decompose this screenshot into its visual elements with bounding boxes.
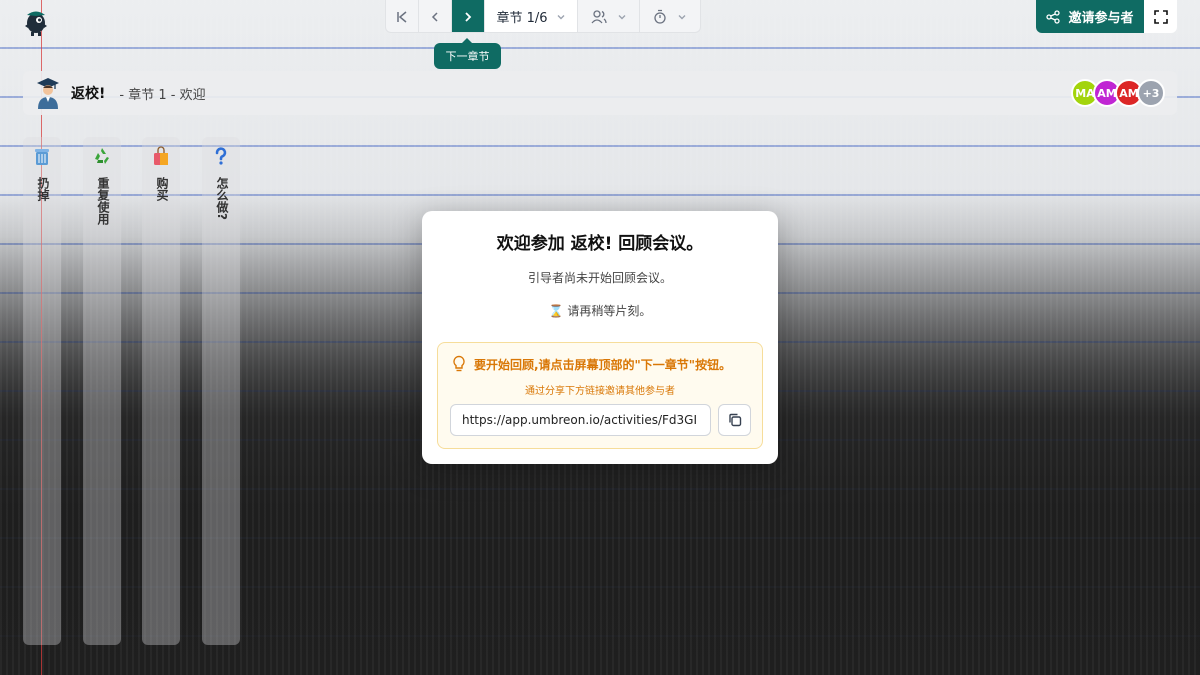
invite-participants-button[interactable]: 邀请参与者 <box>1036 0 1144 33</box>
recycle-icon <box>95 148 109 164</box>
activity-header: 返校! - 章节 1 - 欢迎 MA AM AM +3 <box>23 71 1177 115</box>
copy-icon <box>728 413 741 427</box>
chapter-label: 章节 1/6 <box>496 11 548 26</box>
previous-chapter-button[interactable] <box>419 0 452 32</box>
chapter-toolbar: 章节 1/6 <box>385 0 701 33</box>
more-participants-badge[interactable]: +3 <box>1137 79 1165 107</box>
invite-label: 邀请参与者 <box>1068 11 1134 26</box>
question-icon <box>215 147 227 165</box>
welcome-dialog: 欢迎参加 返校! 回顾会议。 引导者尚未开始回顾会议。 ⌛ 请再稍等片刻。 要开… <box>422 211 778 464</box>
column-label: 怎么做? <box>215 177 229 220</box>
column-label: 扔掉 <box>36 177 50 201</box>
fullscreen-button[interactable] <box>1144 0 1177 33</box>
share-icon <box>1046 9 1061 24</box>
next-chapter-tooltip: 下一章节 <box>434 38 501 69</box>
timer-dropdown[interactable] <box>640 0 700 32</box>
dialog-title: 欢迎参加 返校! 回顾会议。 <box>496 234 704 254</box>
chapter-select[interactable]: 章节 1/6 <box>485 0 578 32</box>
chevron-down-icon <box>618 14 625 19</box>
participants-dropdown[interactable] <box>578 0 640 32</box>
column-reuse[interactable]: 重复使用 <box>83 137 121 645</box>
first-chapter-button[interactable] <box>386 0 419 32</box>
chapter-subtitle: - 章节 1 - 欢迎 <box>119 87 206 103</box>
skip-back-icon <box>397 10 407 23</box>
dialog-subtitle: 引导者尚未开始回顾会议。 <box>527 271 672 285</box>
chevron-down-icon <box>557 14 565 19</box>
users-icon <box>591 9 607 23</box>
lightbulb-icon <box>453 355 465 372</box>
shopping-bag-icon <box>154 146 168 165</box>
invite-hint: 通过分享下方链接邀请其他参与者 <box>525 386 675 397</box>
next-chapter-button[interactable] <box>452 0 485 32</box>
wait-message: ⌛ 请再稍等片刻。 <box>548 304 652 318</box>
column-label: 购买 <box>155 177 169 201</box>
graduate-icon <box>37 78 59 109</box>
chevron-left-icon <box>431 11 438 22</box>
chevron-down-icon <box>678 14 686 19</box>
column-buy[interactable]: 购买 <box>142 137 180 645</box>
participant-avatars[interactable]: MA AM AM +3 <box>1071 79 1165 107</box>
column-label: 重复使用 <box>96 177 110 225</box>
start-hint-text: 要开始回顾,请点击屏幕顶部的"下一章节"按钮。 <box>474 357 732 372</box>
copy-link-button[interactable] <box>718 404 751 436</box>
start-hint: 要开始回顾,请点击屏幕顶部的"下一章节"按钮。 <box>452 355 752 373</box>
share-link-field[interactable]: https://app.umbreon.io/activities/Fd3GI <box>450 404 711 436</box>
start-hint-box: 要开始回顾,请点击屏幕顶部的"下一章节"按钮。 通过分享下方链接邀请其他参与者 … <box>437 342 763 449</box>
chevron-right-icon <box>465 11 472 22</box>
page-title: 返校! <box>71 86 106 102</box>
column-throw-away[interactable]: 扔掉 <box>23 137 61 645</box>
trash-icon <box>35 149 49 165</box>
stopwatch-icon <box>654 9 666 24</box>
app-logo-icon <box>25 11 47 36</box>
column-how-to[interactable]: 怎么做? <box>202 137 240 645</box>
fullscreen-icon <box>1153 9 1168 24</box>
